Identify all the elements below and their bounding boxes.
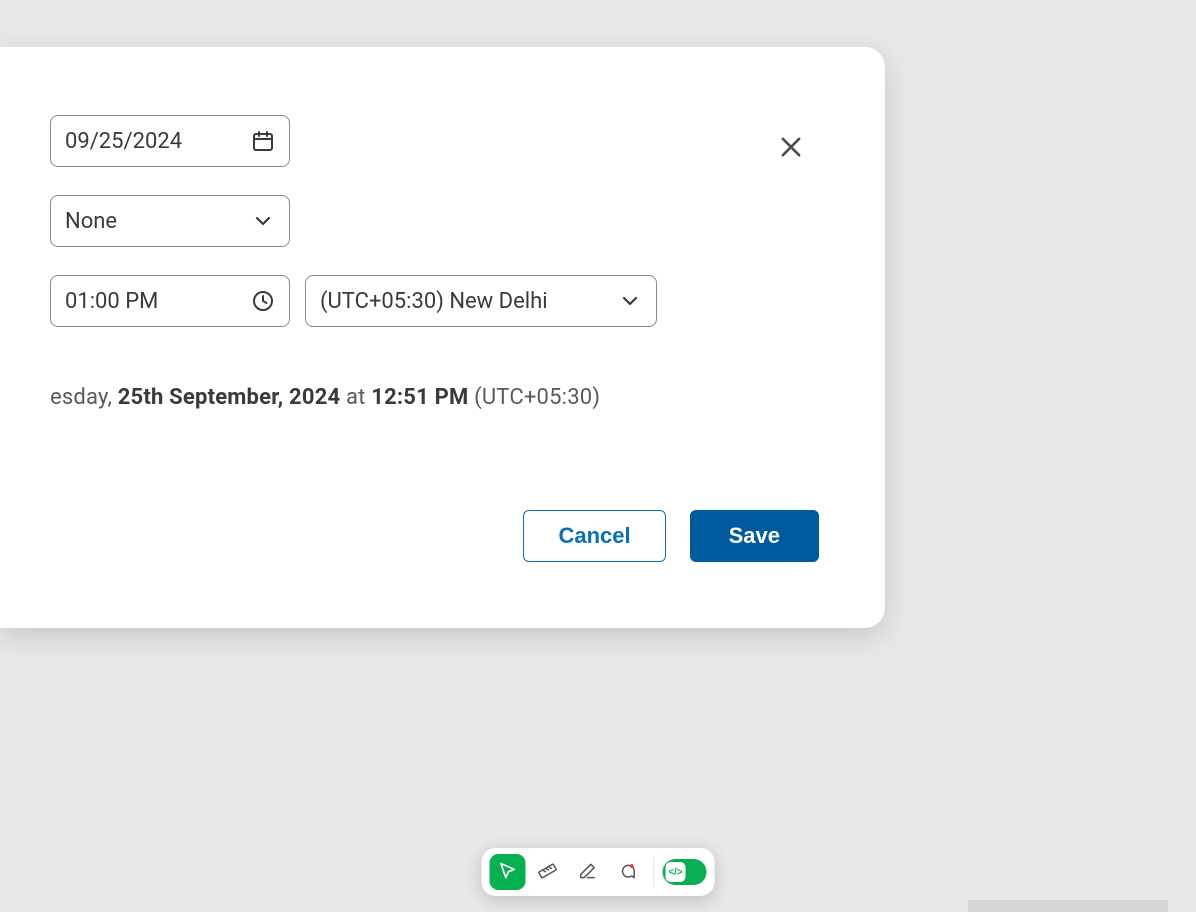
pointer-tool[interactable]: [490, 854, 526, 890]
code-icon: </>: [666, 862, 686, 882]
timezone-select[interactable]: (UTC+05:30) New Delhi: [305, 275, 657, 327]
dialog-actions: Cancel Save: [523, 510, 819, 562]
timezone-value: (UTC+05:30) New Delhi: [320, 289, 618, 314]
date-value: 09/25/2024: [65, 129, 251, 154]
edit-icon: [578, 861, 598, 884]
repeat-select[interactable]: None: [50, 195, 290, 247]
calendar-icon: [251, 129, 275, 153]
cancel-button[interactable]: Cancel: [523, 510, 665, 562]
summary-tz: (UTC+05:30): [468, 385, 600, 410]
annotation-toolbar: </>: [482, 848, 715, 896]
schedule-summary: esday, 25th September, 2024 at 12:51 PM …: [50, 385, 821, 410]
comment-icon: [618, 861, 638, 884]
bottom-shadow-decoration: [968, 900, 1168, 912]
close-icon: [777, 133, 805, 164]
summary-date: 25th September, 2024: [118, 385, 341, 410]
chevron-down-icon: [618, 289, 642, 313]
summary-time: 12:51 PM: [371, 385, 468, 410]
time-input[interactable]: 01:00 PM: [50, 275, 290, 327]
cursor-icon: [498, 861, 518, 884]
comment-tool[interactable]: [610, 854, 646, 890]
ruler-icon: [538, 861, 558, 884]
code-toggle[interactable]: </>: [663, 859, 707, 885]
time-value: 01:00 PM: [65, 289, 251, 314]
toolbar-divider: [654, 857, 655, 887]
summary-day-fragment: esday,: [50, 385, 118, 410]
edit-tool[interactable]: [570, 854, 606, 890]
repeat-value: None: [65, 209, 251, 234]
summary-at: at: [340, 385, 371, 410]
schedule-dialog: 09/25/2024 None: [0, 47, 885, 628]
date-input[interactable]: 09/25/2024: [50, 115, 290, 167]
clock-icon: [251, 289, 275, 313]
close-button[interactable]: [775, 132, 807, 164]
chevron-down-icon: [251, 209, 275, 233]
save-button[interactable]: Save: [690, 510, 819, 562]
form-area: 09/25/2024 None: [50, 115, 821, 410]
measure-tool[interactable]: [530, 854, 566, 890]
